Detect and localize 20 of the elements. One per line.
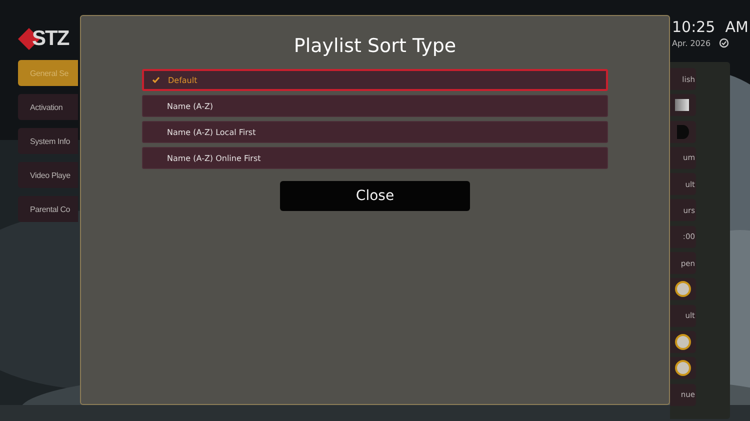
- clock-date: Apr. 2026: [672, 38, 711, 48]
- sidebar-item[interactable]: System Info: [18, 128, 78, 154]
- sidebar-item[interactable]: Activation: [18, 94, 78, 120]
- color-swatch[interactable]: [677, 124, 689, 139]
- clock-ampm: AM: [725, 18, 748, 36]
- sort-option[interactable]: Name (A-Z) Online First: [142, 147, 608, 169]
- sort-option[interactable]: Name (A-Z) Local First: [142, 121, 608, 143]
- clock-time: 10:25: [672, 18, 716, 36]
- toggle-knob[interactable]: [675, 360, 691, 376]
- sort-option[interactable]: Name (A-Z): [142, 95, 608, 117]
- dialog-title: Playlist Sort Type: [294, 35, 456, 57]
- background-thumbnail[interactable]: [675, 99, 689, 112]
- toggle-knob[interactable]: [675, 334, 691, 350]
- sidebar-item[interactable]: Video Playe: [18, 162, 78, 188]
- toggle-knob[interactable]: [675, 281, 691, 298]
- close-button[interactable]: Close: [280, 181, 470, 211]
- sort-option[interactable]: Default: [142, 69, 608, 91]
- check-icon: [152, 76, 160, 84]
- sidebar-item[interactable]: Parental Co: [18, 196, 78, 222]
- badge-check-icon: [718, 38, 729, 48]
